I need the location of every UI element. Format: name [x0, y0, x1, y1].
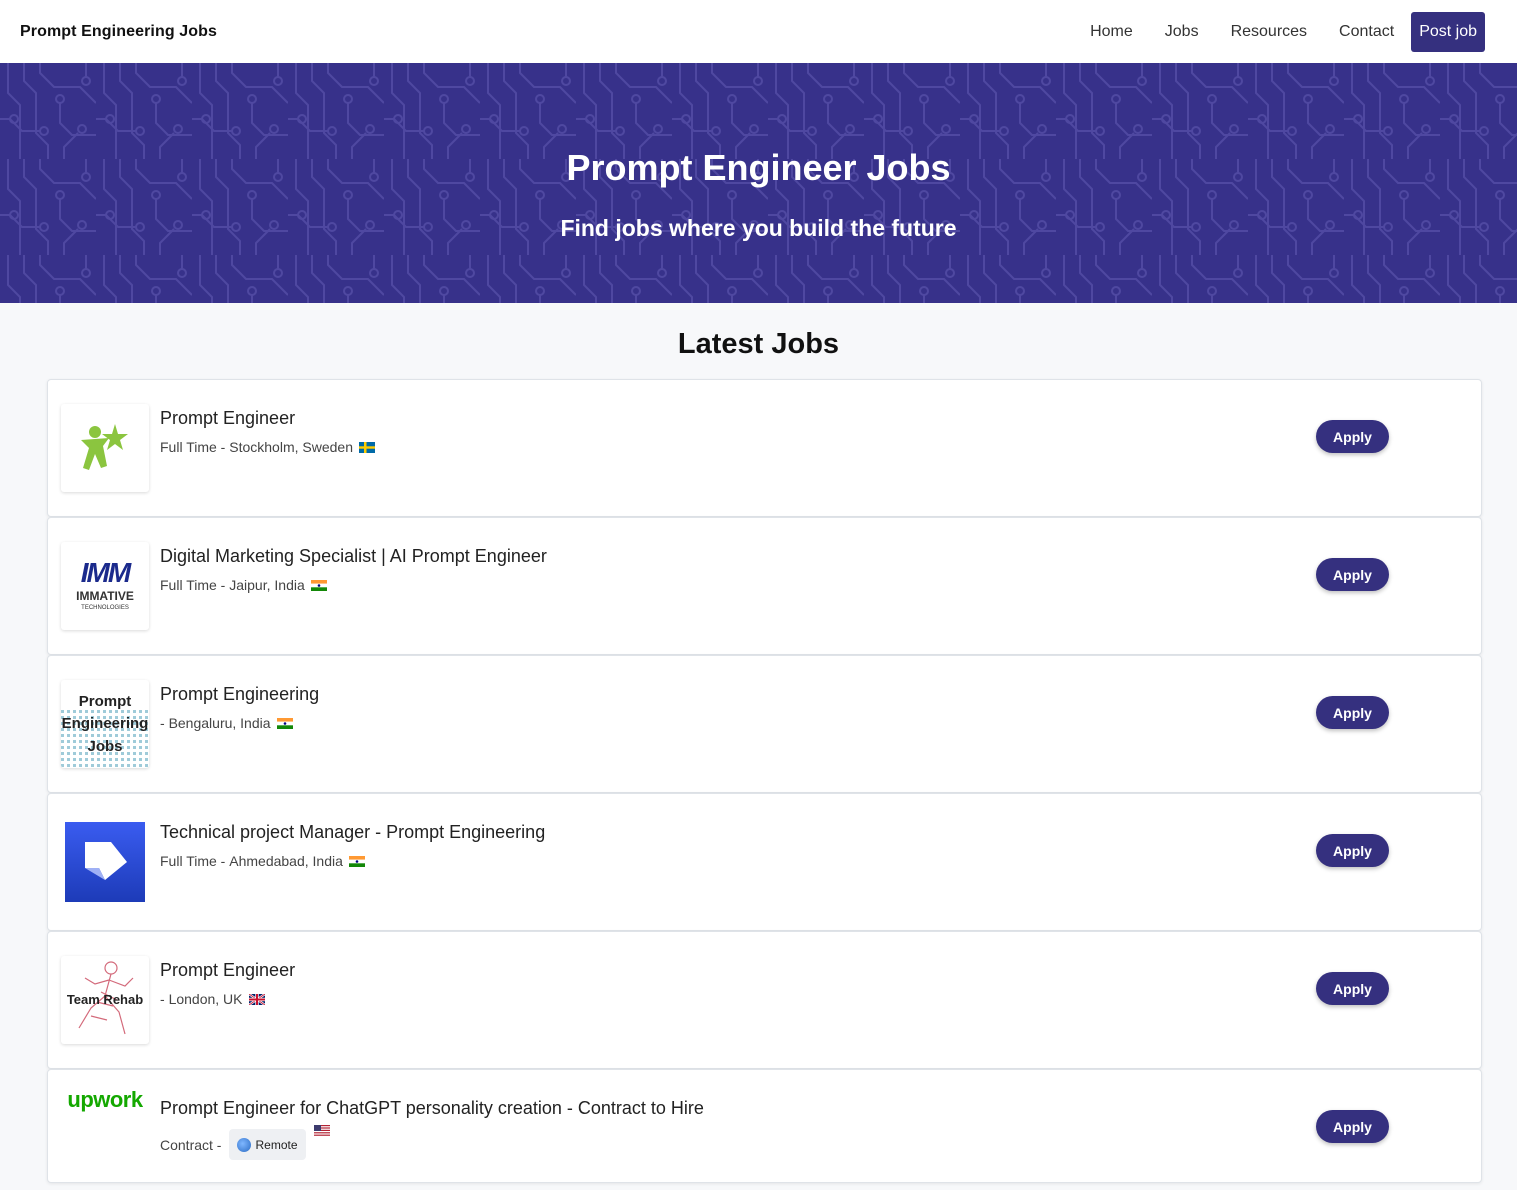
svg-text:IMMATIVE: IMMATIVE [76, 589, 134, 603]
job-meta: Contract - Remote [160, 1125, 330, 1160]
apply-button[interactable]: Apply [1316, 696, 1389, 729]
globe-icon [237, 1137, 252, 1152]
job-type: Full Time [160, 577, 217, 593]
svg-text:Team Rehab: Team Rehab [67, 992, 143, 1007]
remote-badge: Remote [229, 1129, 306, 1160]
job-type: Full Time [160, 439, 217, 455]
company-logo [61, 818, 149, 906]
uk-flag-icon [248, 993, 265, 1005]
job-card[interactable]: Technical project Manager - Prompt Engin… [47, 793, 1482, 931]
india-flag-icon [310, 579, 327, 591]
job-meta: Full Time - Stockholm, Sweden [160, 439, 375, 455]
job-title[interactable]: Digital Marketing Specialist | AI Prompt… [160, 546, 547, 567]
nav-resources-link[interactable]: Resources [1231, 23, 1307, 41]
nav-contact-link[interactable]: Contact [1339, 23, 1394, 41]
svg-text:IMM: IMM [81, 557, 132, 588]
apply-button[interactable]: Apply [1316, 420, 1389, 453]
company-logo: IMM IMMATIVE TECHNOLOGIES [61, 542, 149, 630]
hero-subtitle: Find jobs where you build the future [560, 215, 957, 241]
immative-logo-icon: IMM IMMATIVE TECHNOLOGIES [76, 557, 134, 611]
job-title[interactable]: Prompt Engineering [160, 684, 319, 705]
job-title[interactable]: Prompt Engineer [160, 408, 295, 429]
company-logo: upwork [61, 1080, 149, 1120]
company-logo [61, 404, 149, 492]
upwork-logo-icon: upwork [67, 1087, 144, 1112]
india-flag-icon [276, 717, 293, 729]
job-location: Bengaluru, India [168, 715, 271, 731]
meta-separator: - [160, 991, 169, 1007]
apply-button[interactable]: Apply [1316, 1110, 1389, 1143]
job-location: Stockholm, Sweden [229, 439, 353, 455]
india-flag-icon [348, 855, 365, 867]
job-card[interactable]: Prompt Engineering Jobs Prompt Engineeri… [47, 655, 1482, 793]
job-card[interactable]: IMM IMMATIVE TECHNOLOGIES Digital Market… [47, 517, 1482, 655]
folded-paper-logo-icon [65, 822, 145, 902]
company-logo: Prompt Engineering Jobs [61, 680, 149, 768]
remote-label: Remote [255, 1137, 298, 1152]
job-card[interactable]: Team Rehab Prompt Engineer - London, UK … [47, 931, 1482, 1069]
job-title[interactable]: Prompt Engineer for ChatGPT personality … [160, 1098, 704, 1119]
apply-button[interactable]: Apply [1316, 558, 1389, 591]
svg-text:upwork: upwork [67, 1087, 143, 1112]
meta-separator: - [216, 577, 230, 593]
job-title[interactable]: Prompt Engineer [160, 960, 295, 981]
job-meta: - Bengaluru, India [160, 715, 293, 731]
job-type: Full Time [160, 853, 217, 869]
apply-button[interactable]: Apply [1316, 972, 1389, 1005]
job-location: Ahmedabad, India [229, 853, 343, 869]
company-logo: Team Rehab [61, 956, 149, 1044]
job-list: Prompt Engineer Full Time - Stockholm, S… [47, 379, 1482, 1183]
team-rehab-logo-icon: Team Rehab [67, 961, 143, 1035]
job-meta: Full Time - Ahmedabad, India [160, 853, 365, 869]
sweden-flag-icon [358, 441, 375, 453]
nav-links: Home Jobs Resources Contact Post job [1058, 11, 1485, 52]
job-meta: - London, UK [160, 991, 265, 1007]
meta-separator: - [160, 715, 169, 731]
job-location: London, UK [168, 991, 243, 1007]
nav-home-link[interactable]: Home [1090, 23, 1133, 41]
svg-text:Jobs: Jobs [87, 738, 122, 755]
hero-title: Prompt Engineer Jobs [566, 147, 951, 188]
job-title[interactable]: Technical project Manager - Prompt Engin… [160, 822, 545, 843]
us-flag-icon [313, 1125, 330, 1136]
svg-text:Prompt: Prompt [79, 693, 132, 710]
latest-jobs-heading: Latest Jobs [677, 328, 840, 360]
prompt-engineering-jobs-logo-icon: Prompt Engineering Jobs [61, 693, 149, 768]
apply-button[interactable]: Apply [1316, 834, 1389, 867]
hero-banner: Prompt Engineer Jobs Find jobs where you… [0, 63, 1517, 303]
svg-text:TECHNOLOGIES: TECHNOLOGIES [81, 605, 129, 611]
brand-logo-text[interactable]: Prompt Engineering Jobs [20, 23, 217, 41]
svg-text:Engineering: Engineering [62, 715, 149, 732]
top-navbar: Prompt Engineering Jobs Home Jobs Resour… [0, 0, 1517, 63]
meta-separator: - [216, 853, 230, 869]
job-meta: Full Time - Jaipur, India [160, 577, 327, 593]
post-job-button[interactable]: Post job [1411, 11, 1485, 52]
meta-separator: - [212, 1136, 222, 1153]
meta-separator: - [216, 439, 230, 455]
job-card[interactable]: Prompt Engineer Full Time - Stockholm, S… [47, 379, 1482, 517]
job-card[interactable]: upwork Prompt Engineer for ChatGPT perso… [47, 1069, 1482, 1183]
job-type: Contract [160, 1136, 213, 1153]
job-location: Jaipur, India [229, 577, 305, 593]
nav-jobs-link[interactable]: Jobs [1165, 23, 1199, 41]
stars-person-icon [81, 424, 128, 470]
